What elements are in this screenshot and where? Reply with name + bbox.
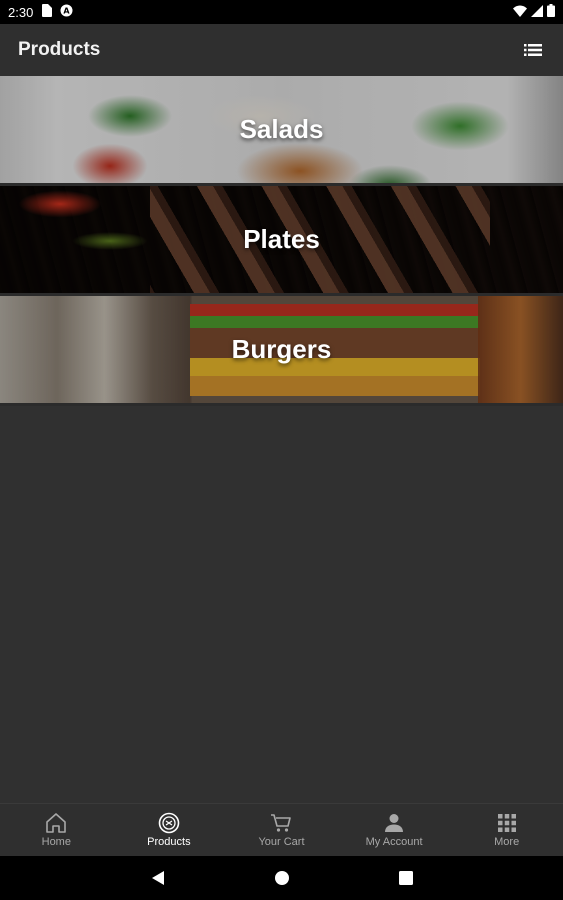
home-icon xyxy=(45,812,67,834)
list-menu-icon[interactable] xyxy=(521,38,545,62)
products-icon xyxy=(158,812,180,834)
sim-card-icon xyxy=(41,4,53,20)
status-bar: 2:30 A xyxy=(0,0,563,24)
account-icon xyxy=(383,812,405,834)
nav-label: Home xyxy=(41,836,71,848)
category-label: Burgers xyxy=(231,334,332,364)
app-bar: Products xyxy=(0,24,563,76)
system-nav-bar xyxy=(0,856,563,900)
wifi-icon xyxy=(513,5,527,20)
nav-item-more[interactable]: More xyxy=(450,804,563,856)
nav-item-account[interactable]: My Account xyxy=(338,804,451,856)
battery-icon xyxy=(547,4,555,20)
nav-label: My Account xyxy=(365,836,423,848)
page-title: Products xyxy=(18,39,101,60)
recents-icon[interactable] xyxy=(394,866,418,890)
category-plates[interactable]: Plates xyxy=(0,186,563,296)
category-label: Salads xyxy=(239,114,324,144)
nav-item-home[interactable]: Home xyxy=(0,804,113,856)
back-icon[interactable] xyxy=(146,866,170,890)
status-time: 2:30 xyxy=(8,4,34,20)
nav-label: More xyxy=(494,836,520,848)
category-label: Plates xyxy=(243,224,320,254)
svg-text:A: A xyxy=(64,7,71,16)
cart-icon xyxy=(270,812,292,834)
category-burgers[interactable]: Burgers xyxy=(0,296,563,406)
signal-icon xyxy=(531,4,543,20)
home-circle-icon[interactable] xyxy=(270,866,294,890)
category-salads[interactable]: Salads xyxy=(0,76,563,186)
category-list: Salads Plates Burgers xyxy=(0,76,563,406)
vpn-icon: A xyxy=(60,4,73,20)
nav-item-products[interactable]: Products xyxy=(113,804,226,856)
nav-label: Your Cart xyxy=(258,836,305,848)
nav-item-cart[interactable]: Your Cart xyxy=(225,804,338,856)
nav-label: Products xyxy=(147,836,191,848)
bottom-nav: Home Products Your Cart My Account More xyxy=(0,803,563,856)
grid-icon xyxy=(496,812,518,834)
